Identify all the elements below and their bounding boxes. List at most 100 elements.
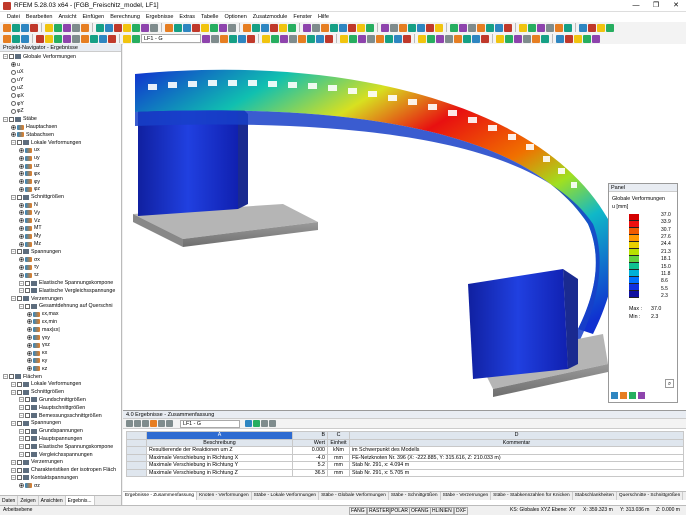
- tree-item[interactable]: φx: [0, 170, 121, 178]
- tree-radio[interactable]: [19, 202, 24, 208]
- menu-tabelle[interactable]: Tabelle: [198, 14, 221, 20]
- toolbar-tool-icon[interactable]: [325, 34, 333, 43]
- tree-checkbox[interactable]: [17, 467, 22, 473]
- toolbar-tool-icon[interactable]: [606, 23, 614, 32]
- toolbar-tool-icon[interactable]: [436, 34, 444, 43]
- toolbar-tool-icon[interactable]: [376, 34, 384, 43]
- toolbar-tool-icon[interactable]: [468, 23, 476, 32]
- minimize-button[interactable]: —: [626, 0, 646, 12]
- toolbar-tool-icon[interactable]: [261, 23, 269, 32]
- tree-radio[interactable]: [19, 218, 24, 224]
- col-letter-b[interactable]: B: [292, 431, 328, 440]
- table-tool-icon[interactable]: [253, 420, 260, 427]
- toolbar-tool-icon[interactable]: [357, 23, 365, 32]
- cell-value[interactable]: -4.0: [292, 453, 328, 462]
- toolbar-tool-icon[interactable]: [330, 23, 338, 32]
- tree-item[interactable]: φY: [0, 100, 121, 108]
- close-button[interactable]: ✕: [666, 0, 686, 12]
- tree-item[interactable]: γxz: [0, 341, 121, 349]
- toolbar-tool-icon[interactable]: [348, 23, 356, 32]
- results-loadcase-select[interactable]: LF1 - G: [180, 419, 240, 428]
- toolbar-tool-icon[interactable]: [183, 23, 191, 32]
- tree-radio[interactable]: [11, 132, 16, 138]
- expand-toggle-icon[interactable]: −: [3, 54, 8, 60]
- toolbar-tool-icon[interactable]: [496, 34, 504, 43]
- tree-item[interactable]: κz: [0, 365, 121, 373]
- cell-value[interactable]: 36.5: [292, 468, 328, 477]
- toolbar-tool-icon[interactable]: [262, 34, 270, 43]
- toolbar-tool-icon[interactable]: [30, 23, 38, 32]
- toolbar-tool-icon[interactable]: [403, 34, 411, 43]
- table-tool-icon[interactable]: [166, 420, 173, 427]
- tree-radio[interactable]: [27, 327, 32, 333]
- tree-radio[interactable]: [27, 335, 32, 341]
- toolbar-tool-icon[interactable]: [418, 34, 426, 43]
- toolbar-tool-icon[interactable]: [220, 34, 228, 43]
- tree-checkbox[interactable]: [25, 413, 30, 419]
- toolbar-tool-icon[interactable]: [201, 23, 209, 32]
- tree-item[interactable]: − Gesamtdehnung auf Querschni: [0, 303, 121, 311]
- expand-toggle-icon[interactable]: −: [19, 288, 24, 294]
- tree-item[interactable]: uy: [0, 154, 121, 162]
- toolbar-tool-icon[interactable]: [141, 23, 149, 32]
- tree-item[interactable]: γxy: [0, 334, 121, 342]
- tree-item[interactable]: My: [0, 232, 121, 240]
- tree-item[interactable]: uY: [0, 76, 121, 84]
- toolbar-tool-icon[interactable]: [454, 34, 462, 43]
- toolbar-tool-icon[interactable]: [546, 23, 554, 32]
- toolbar-tool-icon[interactable]: [54, 34, 62, 43]
- toolbar-tool-icon[interactable]: [390, 23, 398, 32]
- tree-checkbox[interactable]: [25, 428, 30, 434]
- tree-checkbox[interactable]: [17, 389, 22, 395]
- expand-toggle-icon[interactable]: −: [19, 436, 24, 442]
- toolbar-tool-icon[interactable]: [541, 34, 549, 43]
- menu-ansicht[interactable]: Ansicht: [55, 14, 79, 20]
- toolbar-tool-icon[interactable]: [202, 34, 210, 43]
- tree-item[interactable]: − Hauptspannungen: [0, 435, 121, 443]
- cell-comment[interactable]: Stab Nr. 291, x: 5.705 m: [349, 468, 684, 477]
- toolbar-tool-icon[interactable]: [450, 23, 458, 32]
- menu-berechnung[interactable]: Berechnung: [107, 14, 143, 20]
- toolbar-tool-icon[interactable]: [132, 23, 140, 32]
- zoom-icon[interactable]: ⌕: [665, 379, 674, 388]
- model-3d-view[interactable]: [123, 44, 686, 410]
- tree-item[interactable]: Stabachsen: [0, 131, 121, 139]
- expand-toggle-icon[interactable]: −: [11, 296, 16, 302]
- nav-tab-daten[interactable]: Daten: [0, 496, 19, 505]
- cell-desc[interactable]: Maximale Verschiebung in Richtung Y: [146, 461, 293, 470]
- toolbar-tool-icon[interactable]: [565, 34, 573, 43]
- tree-item[interactable]: κy: [0, 357, 121, 365]
- toolbar-tool-icon[interactable]: [247, 34, 255, 43]
- tree-item[interactable]: uz: [0, 162, 121, 170]
- expand-toggle-icon[interactable]: −: [11, 475, 16, 481]
- tree-checkbox[interactable]: [17, 140, 22, 146]
- tree-item[interactable]: N: [0, 201, 121, 209]
- toolbar-tool-icon[interactable]: [505, 34, 513, 43]
- tree-item[interactable]: σz: [0, 482, 121, 490]
- col-letter-c[interactable]: C: [327, 431, 350, 440]
- tree-radio[interactable]: [19, 179, 24, 185]
- toolbar-tool-icon[interactable]: [219, 23, 227, 32]
- tree-checkbox[interactable]: [9, 54, 14, 60]
- tree-radio[interactable]: [27, 311, 32, 317]
- panel-tool-icon[interactable]: [620, 392, 627, 399]
- toolbar-tool-icon[interactable]: [597, 23, 605, 32]
- tab-zusammenfassung[interactable]: Ergebnisse - Zusammenfassung: [123, 492, 198, 500]
- expand-toggle-icon[interactable]: −: [11, 194, 16, 200]
- panel-tool-icon[interactable]: [611, 392, 618, 399]
- tree-radio[interactable]: [27, 342, 32, 348]
- table-row[interactable]: Maximale Verschiebung in Richtung Z 36.5…: [126, 468, 684, 477]
- tree-radio[interactable]: [27, 358, 32, 364]
- tree-radio[interactable]: [11, 124, 16, 130]
- tree-radio[interactable]: [19, 233, 24, 239]
- expand-toggle-icon[interactable]: −: [19, 280, 24, 286]
- cell-desc[interactable]: Resultierende der Reaktionen um Z: [146, 446, 293, 455]
- tab-knoten-verformungen[interactable]: Knoten - Verformungen: [197, 492, 252, 500]
- tree-radio[interactable]: [19, 186, 24, 192]
- tree-item[interactable]: − Verzerrungen: [0, 458, 121, 466]
- toolbar-tool-icon[interactable]: [519, 23, 527, 32]
- expand-toggle-icon[interactable]: −: [19, 405, 24, 411]
- tree-item[interactable]: − Flächen: [0, 373, 121, 381]
- toolbar-tool-icon[interactable]: [123, 23, 131, 32]
- tree-radio[interactable]: [19, 264, 24, 270]
